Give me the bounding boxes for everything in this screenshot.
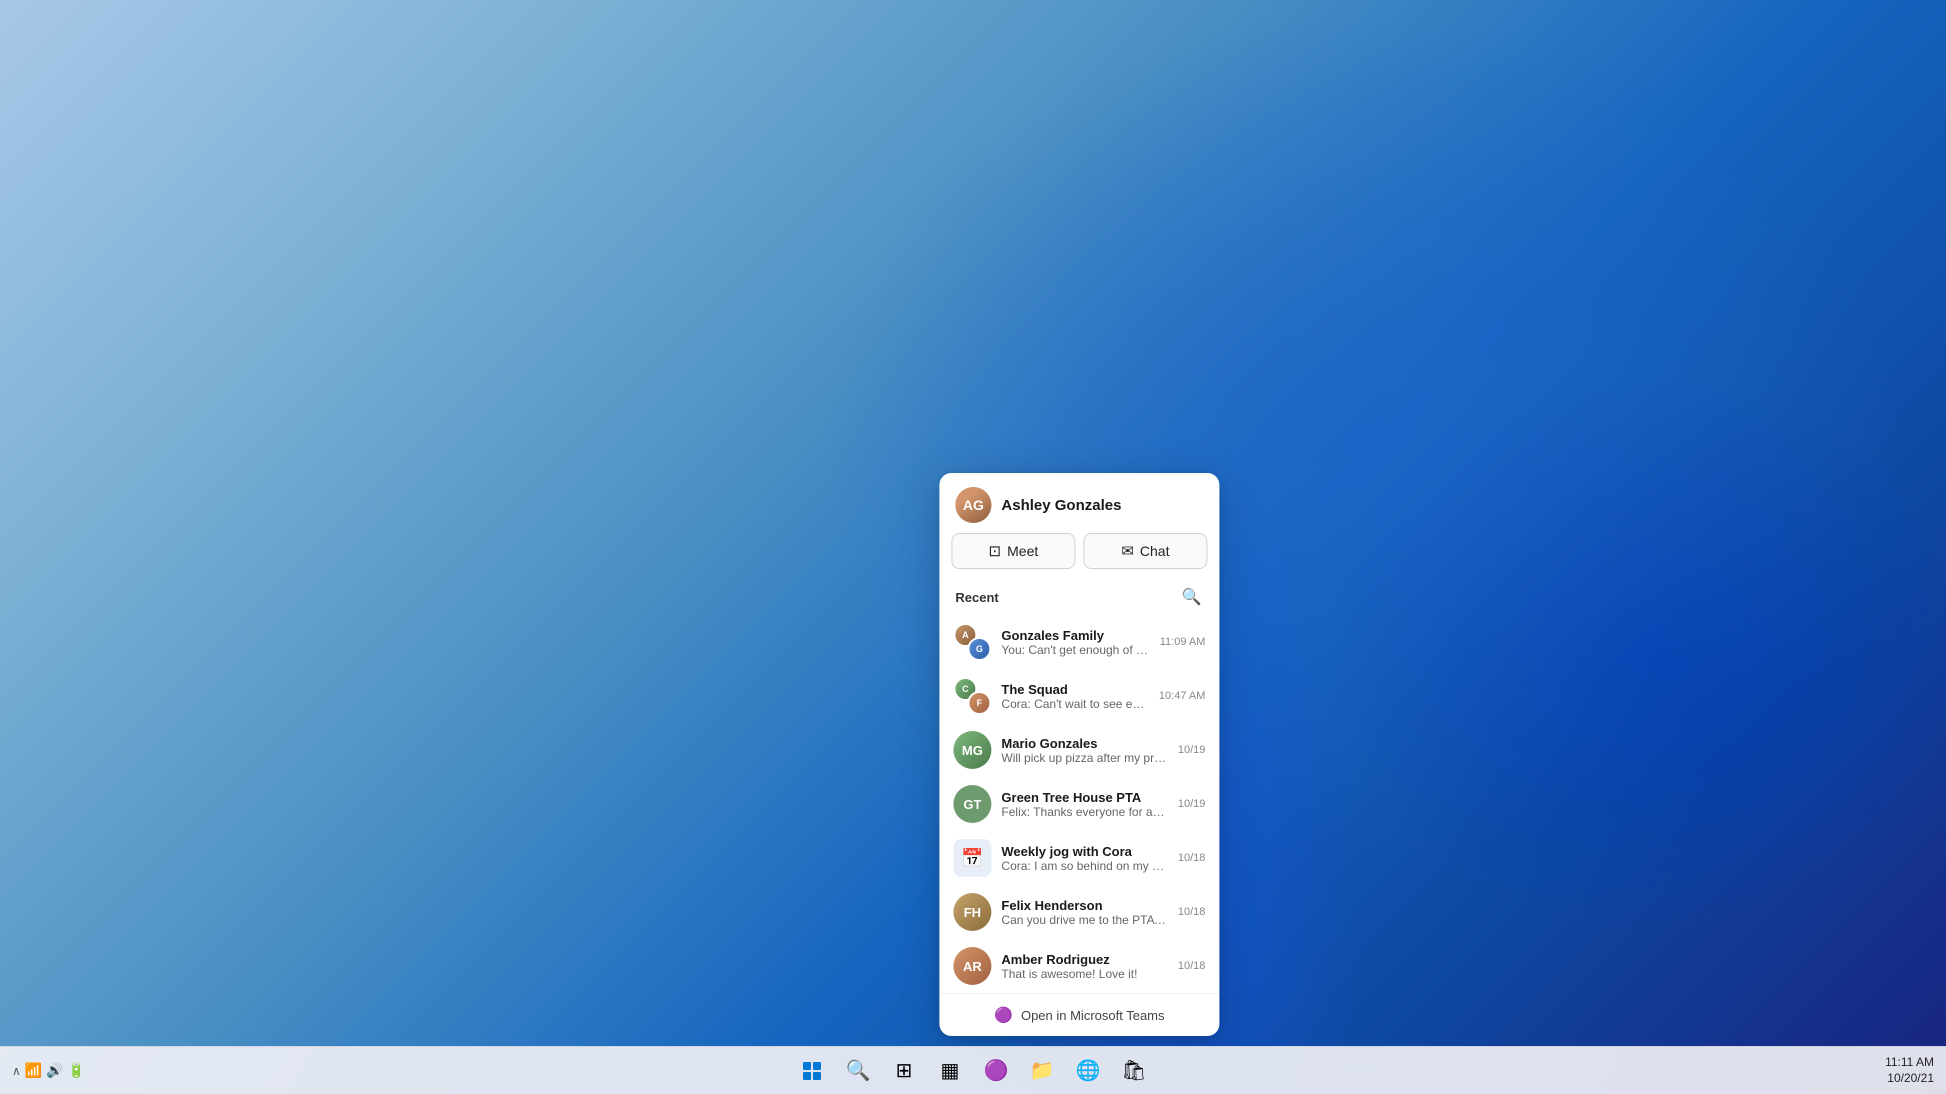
chat-time: 10/18 <box>1178 852 1206 864</box>
edge-button[interactable]: 🌐 <box>1068 1051 1108 1091</box>
popup-header: AG Ashley Gonzales <box>939 473 1219 533</box>
chat-preview: Will pick up pizza after my practice. <box>1001 751 1167 765</box>
teams-icon: 🟣 <box>994 1006 1013 1024</box>
chat-time: 10/19 <box>1178 798 1206 810</box>
chat-time: 10/18 <box>1178 906 1206 918</box>
search-button[interactable]: 🔍 <box>838 1051 878 1091</box>
chat-button[interactable]: ✉ Chat <box>1083 533 1207 569</box>
chat-name: Green Tree House PTA <box>1001 790 1167 805</box>
meet-label: Meet <box>1007 543 1038 559</box>
meet-button[interactable]: ⊡ Meet <box>951 533 1075 569</box>
clock[interactable]: 11:11 AM 10/20/21 <box>1885 1055 1934 1086</box>
chat-name: Mario Gonzales <box>1001 736 1167 751</box>
chat-name: Amber Rodriguez <box>1001 952 1167 967</box>
teams-icon: 🟣 <box>984 1058 1009 1083</box>
widgets-icon: ▦ <box>941 1058 960 1083</box>
task-view-icon: ⊞ <box>896 1058 913 1083</box>
taskbar: ∧ 📶 🔊 🔋 🔍 ⊞ ▦ <box>0 1046 1946 1094</box>
chat-name: Weekly jog with Cora <box>1001 844 1167 859</box>
avatar: C F <box>953 677 991 715</box>
chat-time: 10/19 <box>1178 744 1206 756</box>
chat-preview: Cora: I am so behind on my step goals. <box>1001 859 1167 873</box>
chat-icon: ✉ <box>1121 542 1134 560</box>
list-item[interactable]: AR Amber Rodriguez That is awesome! Love… <box>939 939 1219 993</box>
avatar: AG <box>955 487 991 523</box>
avatar-part: F <box>967 691 991 715</box>
battery-icon[interactable]: 🔋 <box>68 1062 85 1079</box>
avatar: MG <box>953 731 991 769</box>
desktop: AG Ashley Gonzales ⊡ Meet ✉ Chat Recent … <box>0 0 1946 1094</box>
list-item[interactable]: GT Green Tree House PTA Felix: Thanks ev… <box>939 777 1219 831</box>
edge-icon: 🌐 <box>1076 1058 1101 1083</box>
chat-preview: You: Can't get enough of her. <box>1001 643 1149 657</box>
chat-preview: That is awesome! Love it! <box>1001 967 1167 981</box>
list-item[interactable]: A G Gonzales Family You: Can't get enoug… <box>939 615 1219 669</box>
meet-icon: ⊡ <box>989 542 1002 560</box>
file-explorer-button[interactable]: 📁 <box>1022 1051 1062 1091</box>
system-tray-expand[interactable]: ∧ <box>12 1064 21 1078</box>
chat-info: Mario Gonzales Will pick up pizza after … <box>1001 736 1167 765</box>
chat-preview: Cora: Can't wait to see everyone! <box>1001 697 1149 711</box>
chat-info: Gonzales Family You: Can't get enough of… <box>1001 628 1149 657</box>
list-item[interactable]: C F The Squad Cora: Can't wait to see ev… <box>939 669 1219 723</box>
teams-button[interactable]: 🟣 <box>976 1051 1016 1091</box>
chat-label: Chat <box>1140 543 1170 559</box>
recent-header: Recent 🔍 <box>939 581 1219 615</box>
avatar-part: G <box>967 637 991 661</box>
chat-list: A G Gonzales Family You: Can't get enoug… <box>939 615 1219 993</box>
clock-time: 11:11 AM <box>1885 1055 1934 1071</box>
action-buttons: ⊡ Meet ✉ Chat <box>939 533 1219 581</box>
open-teams-label: Open in Microsoft Teams <box>1021 1008 1165 1023</box>
avatar: AR <box>953 947 991 985</box>
chat-name: Gonzales Family <box>1001 628 1149 643</box>
taskbar-right: 11:11 AM 10/20/21 <box>1885 1055 1934 1086</box>
chat-info: Green Tree House PTA Felix: Thanks every… <box>1001 790 1167 819</box>
avatar: 📅 <box>953 839 991 877</box>
chat-preview: Can you drive me to the PTA today? <box>1001 913 1167 927</box>
volume-icon[interactable]: 🔊 <box>46 1062 63 1079</box>
list-item[interactable]: FH Felix Henderson Can you drive me to t… <box>939 885 1219 939</box>
store-button[interactable]: 🛍 <box>1114 1051 1154 1091</box>
wifi-icon[interactable]: 📶 <box>25 1062 42 1079</box>
widgets-button[interactable]: ▦ <box>930 1051 970 1091</box>
chat-info: Weekly jog with Cora Cora: I am so behin… <box>1001 844 1167 873</box>
recent-label: Recent <box>955 590 998 605</box>
avatar: A G <box>953 623 991 661</box>
chat-name: The Squad <box>1001 682 1149 697</box>
user-name: Ashley Gonzales <box>1001 497 1121 514</box>
list-item[interactable]: 📅 Weekly jog with Cora Cora: I am so beh… <box>939 831 1219 885</box>
chat-info: Felix Henderson Can you drive me to the … <box>1001 898 1167 927</box>
search-icon: 🔍 <box>846 1058 871 1083</box>
chat-time: 11:09 AM <box>1160 636 1206 648</box>
avatar-image: AG <box>955 487 991 523</box>
list-item[interactable]: MG Mario Gonzales Will pick up pizza aft… <box>939 723 1219 777</box>
search-icon[interactable]: 🔍 <box>1179 585 1203 609</box>
avatar: FH <box>953 893 991 931</box>
taskbar-left: ∧ 📶 🔊 🔋 <box>12 1062 85 1079</box>
avatar: GT <box>953 785 991 823</box>
start-button[interactable] <box>792 1051 832 1091</box>
windows-logo <box>803 1062 821 1080</box>
chat-info: The Squad Cora: Can't wait to see everyo… <box>1001 682 1149 711</box>
chat-time: 10:47 AM <box>1159 690 1205 702</box>
chat-info: Amber Rodriguez That is awesome! Love it… <box>1001 952 1167 981</box>
open-teams-button[interactable]: 🟣 Open in Microsoft Teams <box>939 993 1219 1036</box>
clock-date: 10/20/21 <box>1885 1071 1934 1087</box>
teams-chat-popup: AG Ashley Gonzales ⊡ Meet ✉ Chat Recent … <box>939 473 1219 1036</box>
taskbar-center: 🔍 ⊞ ▦ 🟣 📁 🌐 🛍 <box>792 1051 1154 1091</box>
chat-time: 10/18 <box>1178 960 1206 972</box>
chat-preview: Felix: Thanks everyone for attending tod… <box>1001 805 1167 819</box>
chat-name: Felix Henderson <box>1001 898 1167 913</box>
explorer-icon: 📁 <box>1030 1058 1055 1083</box>
store-icon: 🛍 <box>1121 1058 1146 1083</box>
task-view-button[interactable]: ⊞ <box>884 1051 924 1091</box>
